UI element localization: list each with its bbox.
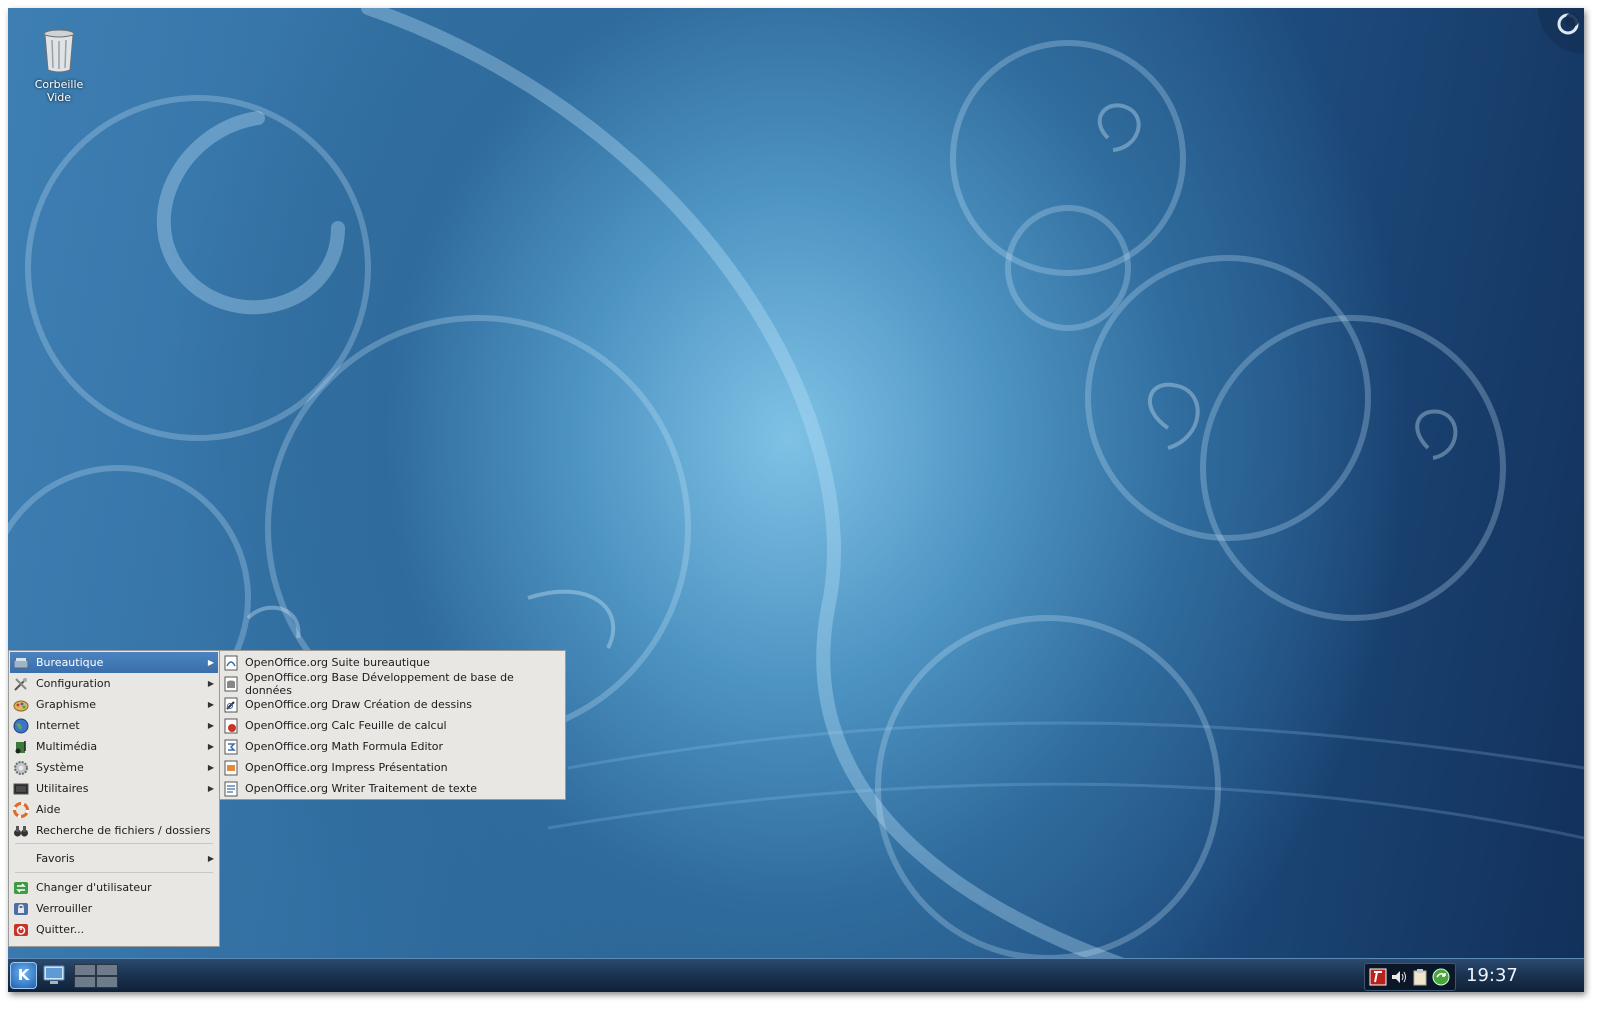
openoffice-writer-icon [224,781,238,796]
show-desktop-icon[interactable] [42,963,66,987]
menu-item-recherche[interactable]: Recherche de fichiers / dossiers [10,820,218,841]
menu-item-internet[interactable]: Internet ▶ [10,715,218,736]
submenu-item-openoffice-impress[interactable]: OpenOffice.org Impress Présentation [221,757,564,778]
multimedia-icon [15,740,26,753]
globe-icon [13,718,29,733]
openoffice-impress-icon [224,760,238,775]
update-icon[interactable] [1432,968,1450,986]
menu-item-systeme[interactable]: Système ▶ [10,757,218,778]
menu-item-utilitaires[interactable]: Utilitaires ▶ [10,778,218,799]
desktop-pager[interactable] [74,964,118,988]
menu-separator [15,872,213,873]
binoculars-icon [14,825,28,836]
ftp-icon[interactable] [1369,968,1387,986]
submenu-item-openoffice-writer[interactable]: OpenOffice.org Writer Traitement de text… [221,778,564,799]
menu-item-aide[interactable]: Aide [10,799,218,820]
office-icon [13,657,29,668]
submenu-item-openoffice-calc[interactable]: OpenOffice.org Calc Feuille de calcul [221,715,564,736]
help-lifebuoy-icon [13,801,29,818]
submenu-arrow-icon: ▶ [207,700,214,709]
clock[interactable]: 19:37 [1466,963,1518,989]
menu-item-verrouiller[interactable]: Verrouiller [10,898,218,919]
tools-icon [14,677,27,691]
submenu-item-openoffice-math[interactable]: OpenOffice.org Math Formula Editor [221,736,564,757]
pager-desktop-1[interactable] [74,964,96,976]
openoffice-math-icon [224,739,238,754]
menu-item-configuration[interactable]: Configuration ▶ [10,673,218,694]
clipboard-icon[interactable] [1411,968,1429,986]
submenu-arrow-icon: ▶ [207,854,214,863]
trash-desktop-icon[interactable]: Corbeille Vide [28,28,90,104]
menu-separator [15,843,213,844]
switch-user-icon [14,881,28,894]
lock-icon [14,902,28,915]
bureautique-submenu: OpenOffice.org Suite bureautique OpenOff… [219,650,566,800]
submenu-arrow-icon: ▶ [207,763,214,772]
pager-desktop-3[interactable] [74,976,96,988]
menu-item-bureautique[interactable]: Bureautique ▶ [10,652,218,673]
openoffice-draw-icon [224,697,238,712]
submenu-item-openoffice-draw[interactable]: OpenOffice.org Draw Création de dessins [221,694,564,715]
kmenu-button[interactable]: K [10,962,37,989]
submenu-arrow-icon: ▶ [207,742,214,751]
submenu-arrow-icon: ▶ [207,721,214,730]
menu-item-graphisme[interactable]: Graphisme ▶ [10,694,218,715]
wallpaper-swirls [8,8,1584,992]
submenu-arrow-icon: ▶ [207,679,214,688]
openoffice-calc-icon [224,718,238,733]
trash-icon [43,29,75,73]
openoffice-base-icon [224,676,238,691]
submenu-item-openoffice-base[interactable]: OpenOffice.org Base Développement de bas… [221,671,564,697]
volume-icon[interactable] [1390,968,1408,986]
taskbar: K 19:37 [8,958,1584,992]
system-gear-icon [14,760,28,775]
pager-desktop-2[interactable] [96,964,118,976]
menu-item-favoris[interactable]: Favoris ▶ [10,848,218,869]
graphics-icon [13,700,29,711]
trash-label: Corbeille Vide [34,78,84,104]
kde-logo-icon: K [17,966,30,984]
pager-desktop-4[interactable] [96,976,118,988]
submenu-arrow-icon: ▶ [207,658,214,667]
system-tray [1364,963,1456,991]
menu-item-multimedia[interactable]: Multimédia ▶ [10,736,218,757]
desktop-toolbox-icon[interactable] [1538,8,1584,54]
submenu-arrow-icon: ▶ [207,784,214,793]
menu-item-quitter[interactable]: Quitter... [10,919,218,940]
desktop[interactable]: Corbeille Vide Bureautique ▶ Configurati… [8,8,1584,992]
utilities-icon [13,783,29,794]
quit-icon [14,923,28,936]
menu-item-changer-utilisateur[interactable]: Changer d'utilisateur [10,877,218,898]
openoffice-suite-icon [224,655,238,670]
kmenu: Bureautique ▶ Configuration ▶ Graphisme … [8,650,220,947]
favorites-placeholder-icon [13,851,29,867]
